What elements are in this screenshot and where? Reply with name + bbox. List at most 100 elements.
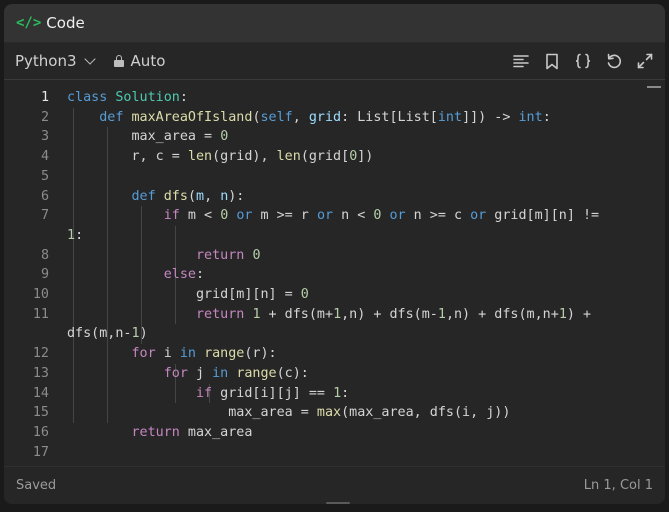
code-line[interactable]: dfs(m,n-1) [4, 324, 665, 344]
code-token: : [75, 227, 84, 243]
format-icon[interactable] [512, 52, 530, 70]
code-token: grid[i][j] == [212, 385, 334, 401]
code-line[interactable]: 2 def maxAreaOfIsland(self, grid: List[L… [4, 108, 665, 128]
code-line[interactable]: 3 max_area = 0 [4, 127, 665, 147]
code-token: return [196, 247, 245, 263]
code-token: for [131, 346, 156, 362]
code-line[interactable]: 15 max_area = max(max_area, dfs(i, j)) [4, 403, 665, 423]
code-line[interactable]: 1: [4, 226, 665, 246]
line-number: 7 [40, 208, 49, 224]
code-token: len [276, 149, 301, 165]
code-line[interactable]: 8 return 0 [4, 246, 665, 266]
title-bar: </> Code [4, 4, 665, 43]
code-token: ( [187, 188, 196, 204]
code-line[interactable]: 17 [4, 443, 665, 461]
code-line[interactable]: 10 grid[m][n] = 0 [4, 285, 665, 305]
code-token: r, c = [67, 149, 188, 165]
braces-icon[interactable] [574, 52, 592, 70]
code-token: ,n) + dfs(m,n+ [445, 306, 559, 322]
bookmark-icon[interactable] [543, 52, 561, 70]
line-number: 16 [32, 424, 49, 440]
code-token: if [163, 208, 180, 224]
code-token: ]) [357, 149, 374, 165]
code-token: : [179, 90, 188, 105]
line-number: 13 [32, 365, 49, 381]
auto-mode-toggle[interactable]: Auto [113, 52, 165, 70]
code-text: if grid[i][j] == 1: [67, 384, 349, 404]
code-token: ( [252, 109, 261, 125]
language-selector[interactable]: Python3 [15, 52, 96, 70]
code-token: dfs(m,n- [67, 326, 132, 342]
line-number: 14 [32, 385, 49, 401]
code-text: else: [67, 265, 204, 285]
code-token: 1 [333, 385, 342, 401]
code-token: 1 [558, 306, 567, 322]
code-token: def [131, 188, 156, 204]
code-token: max_area = [67, 129, 221, 145]
reset-icon[interactable] [605, 52, 623, 70]
code-text: r, c = len(grid), len(grid[0]) [67, 147, 373, 167]
line-number: 11 [32, 306, 49, 322]
code-token: or [389, 208, 406, 224]
line-number: 9 [40, 267, 49, 283]
code-line[interactable]: 7 if m < 0 or m >= r or n < 0 or n >= c … [4, 206, 665, 226]
code-token: or [470, 208, 487, 224]
cursor-position: Ln 1, Col 1 [583, 478, 653, 493]
code-token: 1 [252, 306, 261, 322]
code-token: : [196, 267, 205, 283]
code-line[interactable]: 1 class Solution: [4, 88, 665, 108]
code-token: range [236, 365, 277, 381]
code-token: m >= r [252, 208, 317, 224]
code-text: for i in range(r): [67, 344, 277, 364]
expand-icon[interactable] [636, 52, 654, 70]
code-text: grid[m][n] = 0 [67, 285, 309, 305]
code-line[interactable]: 5 [4, 167, 665, 187]
code-token: 0 [252, 247, 261, 263]
code-token: j [187, 365, 213, 381]
code-line[interactable]: 6 def dfs(m, n): [4, 187, 665, 207]
code-token: or [316, 208, 334, 224]
code-token: in [212, 365, 229, 381]
lock-icon [113, 55, 124, 67]
code-text: for j in range(c): [67, 364, 309, 384]
save-status: Saved [16, 478, 57, 493]
window-title: Code [46, 14, 85, 32]
code-line[interactable]: 13 for j in range(c): [4, 364, 665, 384]
code-line[interactable]: 4 r, c = len(grid), len(grid[0]) [4, 147, 665, 167]
code-area[interactable]: 1 class Solution: 2 def maxAreaOfIsland(se… [4, 80, 665, 461]
code-token: dfs [163, 188, 188, 204]
code-line[interactable]: 9 else: [4, 265, 665, 285]
code-line[interactable]: 11 return 1 + dfs(m+1,n) + dfs(m-1,n) + … [4, 305, 665, 325]
code-token: else [163, 267, 196, 283]
code-text: return max_area [67, 423, 253, 443]
code-token: 1 [131, 326, 140, 342]
resize-handle[interactable] [326, 502, 350, 504]
code-line[interactable]: 12 for i in range(r): [4, 344, 665, 364]
code-text: if m < 0 or m >= r or n < 0 or n >= c or… [67, 206, 599, 226]
code-text: dfs(m,n-1) [67, 324, 148, 344]
language-label: Python3 [15, 52, 77, 70]
code-token: , [292, 109, 309, 125]
toolbar-actions [512, 52, 654, 70]
code-text: return 1 + dfs(m+1,n) + dfs(m-1,n) + dfs… [67, 305, 591, 325]
line-number: 8 [40, 247, 49, 263]
code-token: i [155, 346, 180, 362]
code-token: : [341, 385, 350, 401]
code-token: (max_area, dfs(i, j)) [341, 405, 511, 421]
code-line[interactable]: 16 return max_area [4, 423, 665, 443]
code-token: : [542, 109, 551, 125]
code-text: max_area = 0 [67, 127, 228, 147]
code-line[interactable]: 14 if grid[i][j] == 1: [4, 384, 665, 404]
code-token: 1 [67, 227, 76, 243]
code-token: 1 [437, 306, 446, 322]
code-text: 1: [67, 226, 83, 246]
